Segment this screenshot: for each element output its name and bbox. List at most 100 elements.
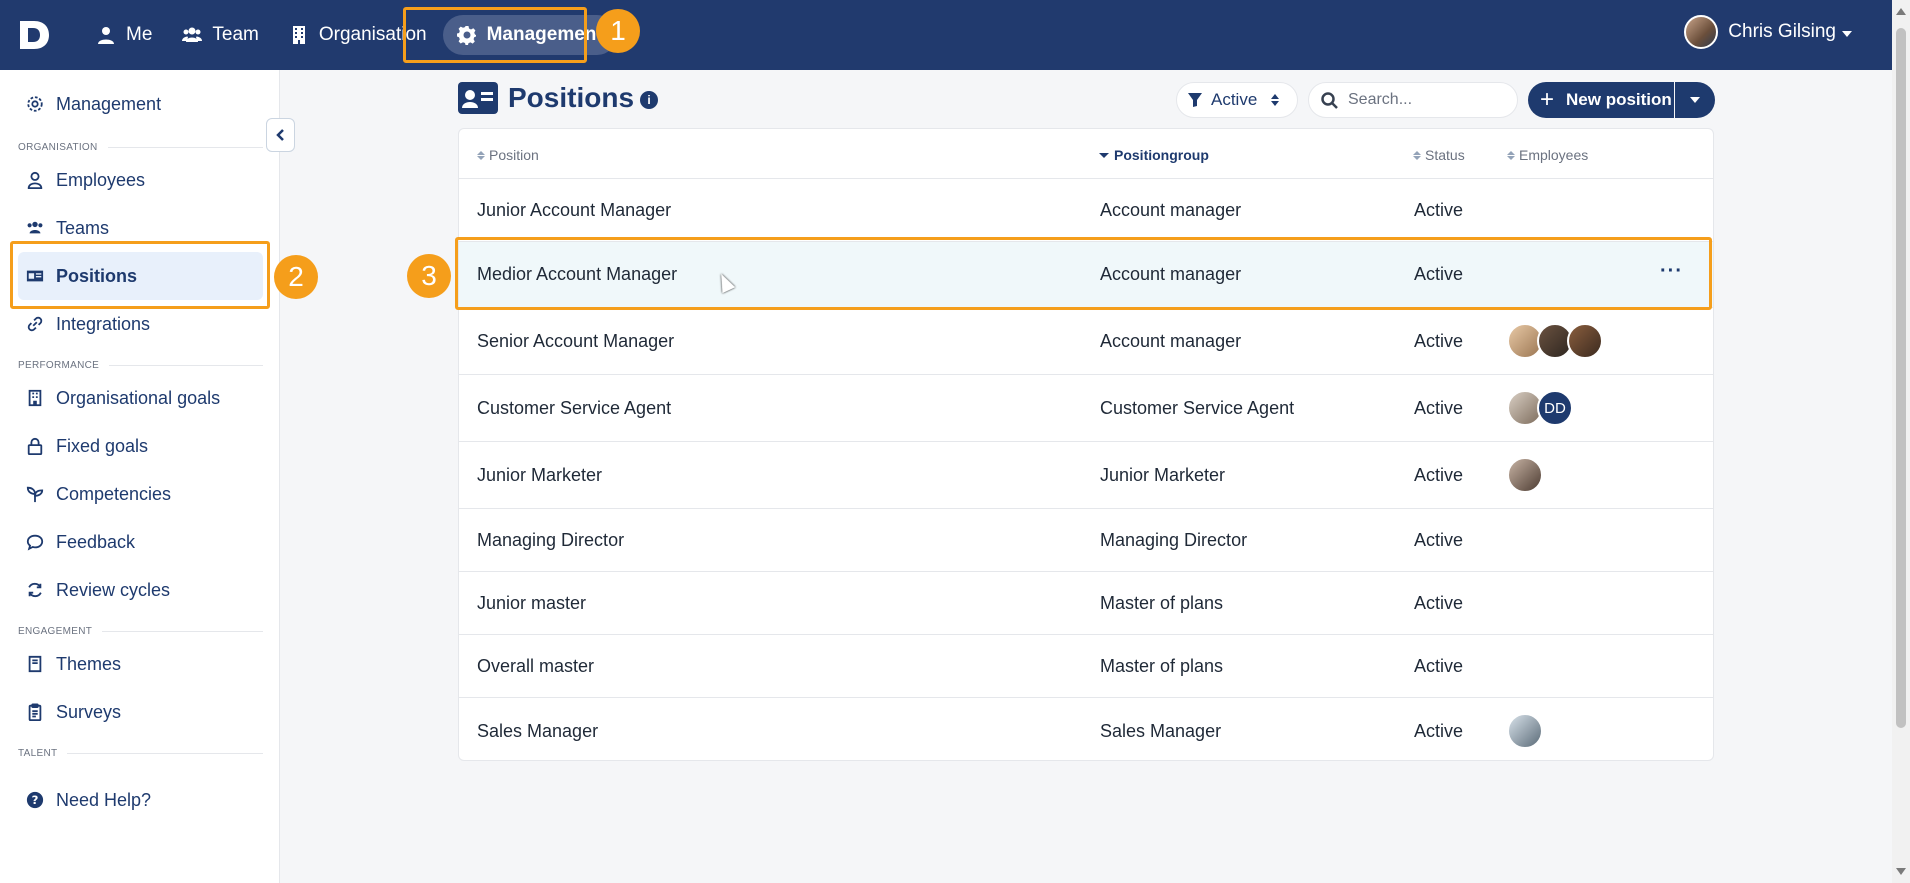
nav-organisation[interactable]: Organisation bbox=[275, 15, 441, 55]
sidebar-item-label: Themes bbox=[56, 653, 122, 674]
column-header-position[interactable]: Position bbox=[477, 147, 539, 163]
chevron-down-icon bbox=[1842, 30, 1852, 37]
column-header-employees[interactable]: Employees bbox=[1507, 147, 1588, 163]
status-filter[interactable]: Active bbox=[1176, 82, 1298, 118]
page-scrollbar[interactable] bbox=[1892, 0, 1910, 883]
more-actions-icon[interactable]: ··· bbox=[1660, 260, 1683, 283]
section-engagement: ENGAGEMENT bbox=[18, 626, 263, 637]
sort-desc-icon bbox=[1099, 152, 1109, 158]
sidebar-item-fixed-goals[interactable]: Fixed goals bbox=[18, 422, 263, 470]
cell-status: Active bbox=[1414, 464, 1464, 485]
sidebar-item-feedback[interactable]: Feedback bbox=[18, 518, 263, 566]
sidebar-item-label: Organisational goals bbox=[56, 387, 221, 408]
cell-status: Active bbox=[1414, 199, 1464, 220]
search-box[interactable] bbox=[1308, 82, 1518, 118]
sidebar: Management ORGANISATION Employees Teams … bbox=[0, 70, 280, 883]
new-position-button[interactable]: + New position bbox=[1528, 82, 1674, 118]
cell-status: Active bbox=[1414, 720, 1464, 741]
cell-status: Active bbox=[1414, 592, 1464, 613]
employee-avatars: DD bbox=[1507, 375, 1573, 441]
sort-icon bbox=[1413, 150, 1421, 160]
id-card-icon bbox=[458, 82, 498, 114]
table-row[interactable]: Junior Marketer Junior Marketer Active bbox=[459, 442, 1713, 509]
table-row[interactable]: Managing Director Managing Director Acti… bbox=[459, 509, 1713, 572]
user-menu[interactable]: Chris Gilsing bbox=[1684, 15, 1852, 49]
sidebar-item-label: Feedback bbox=[56, 531, 136, 552]
new-position-dropdown-button[interactable] bbox=[1675, 82, 1715, 118]
svg-text:?: ? bbox=[32, 793, 39, 807]
search-input[interactable] bbox=[1348, 91, 1508, 109]
sidebar-item-employees[interactable]: Employees bbox=[18, 156, 263, 204]
chevron-left-icon bbox=[275, 129, 284, 141]
cell-position: Junior master bbox=[477, 592, 587, 613]
cell-position: Overall master bbox=[477, 655, 595, 676]
sidebar-item-label: Need Help? bbox=[56, 789, 152, 810]
avatar[interactable] bbox=[1567, 323, 1603, 359]
table-row[interactable]: Senior Account Manager Account manager A… bbox=[459, 308, 1713, 375]
nav-team[interactable]: Team bbox=[168, 15, 272, 55]
users-icon bbox=[27, 221, 43, 234]
user-icon bbox=[98, 27, 114, 44]
cell-position: Medior Account Manager bbox=[477, 264, 678, 284]
sort-icon bbox=[1507, 150, 1515, 160]
table-row[interactable]: Junior Account Manager Account manager A… bbox=[459, 179, 1713, 242]
table-row[interactable]: Overall master Master of plans Active bbox=[459, 635, 1713, 698]
nav-team-label: Team bbox=[212, 24, 259, 45]
table-row[interactable]: Medior Account Manager Account manager A… bbox=[459, 242, 1713, 308]
sidebar-item-themes[interactable]: Themes bbox=[18, 640, 263, 688]
avatar[interactable] bbox=[1507, 457, 1543, 493]
building-icon bbox=[28, 389, 42, 407]
sidebar-item-teams[interactable]: Teams bbox=[18, 204, 263, 252]
section-organisation: ORGANISATION bbox=[18, 142, 263, 153]
employee-avatars bbox=[1507, 698, 1543, 764]
callout-badge-3: 3 bbox=[407, 254, 451, 298]
cell-positiongroup: Account manager bbox=[1100, 330, 1242, 351]
cell-status: Active bbox=[1414, 264, 1464, 284]
cell-positiongroup: Master of plans bbox=[1100, 592, 1224, 613]
sidebar-item-review-cycles[interactable]: Review cycles bbox=[18, 566, 263, 614]
cell-status: Active bbox=[1414, 397, 1464, 418]
nav-management[interactable]: Management bbox=[442, 15, 617, 55]
sprout-icon bbox=[26, 486, 44, 503]
sidebar-item-label: Positions bbox=[56, 265, 138, 286]
info-icon[interactable]: i bbox=[640, 91, 659, 109]
avatar-initials[interactable]: DD bbox=[1537, 390, 1573, 426]
app-logo[interactable] bbox=[16, 17, 52, 53]
sidebar-item-management[interactable]: Management bbox=[18, 80, 263, 128]
sidebar-item-label: Integrations bbox=[56, 313, 151, 334]
table-row[interactable]: Sales Manager Sales Manager Active bbox=[459, 698, 1713, 764]
table-row[interactable]: Customer Service Agent Customer Service … bbox=[459, 375, 1713, 442]
cell-positiongroup: Customer Service Agent bbox=[1100, 397, 1295, 418]
cell-status: Active bbox=[1414, 529, 1464, 550]
page-header: Positions i bbox=[458, 82, 659, 114]
employee-avatars bbox=[1507, 308, 1603, 374]
sidebar-collapse-button[interactable] bbox=[266, 118, 295, 152]
nav-management-label: Management bbox=[486, 24, 603, 45]
sidebar-item-integrations[interactable]: Integrations bbox=[18, 300, 263, 348]
sidebar-item-need-help[interactable]: ? Need Help? bbox=[18, 776, 263, 824]
chat-bubble-icon bbox=[26, 534, 44, 551]
page-title: Positions bbox=[508, 82, 635, 113]
scroll-thumb[interactable] bbox=[1896, 28, 1906, 728]
table-header: Position Positiongroup Status Employees bbox=[459, 129, 1713, 179]
nav-me[interactable]: Me bbox=[82, 15, 166, 55]
column-header-status[interactable]: Status bbox=[1413, 147, 1465, 163]
sidebar-item-organisational-goals[interactable]: Organisational goals bbox=[18, 374, 263, 422]
sidebar-item-positions[interactable]: Positions bbox=[18, 252, 263, 300]
scroll-down-icon[interactable] bbox=[1896, 868, 1906, 875]
gear-icon bbox=[456, 26, 476, 45]
clipboard-icon bbox=[28, 703, 42, 721]
cell-positiongroup: Sales Manager bbox=[1100, 720, 1222, 741]
sidebar-item-label: Surveys bbox=[56, 701, 122, 722]
cell-position: Junior Marketer bbox=[477, 464, 603, 485]
column-header-positiongroup[interactable]: Positiongroup bbox=[1099, 147, 1209, 163]
sidebar-item-label: Management bbox=[56, 93, 162, 114]
sidebar-item-surveys[interactable]: Surveys bbox=[18, 688, 263, 736]
table-row[interactable]: Junior master Master of plans Active bbox=[459, 572, 1713, 635]
scroll-up-icon[interactable] bbox=[1896, 8, 1906, 15]
avatar[interactable] bbox=[1507, 713, 1543, 749]
sort-icon bbox=[477, 150, 485, 160]
sort-arrows-icon bbox=[1271, 94, 1280, 106]
sidebar-item-label: Fixed goals bbox=[56, 435, 149, 456]
sidebar-item-competencies[interactable]: Competencies bbox=[18, 470, 263, 518]
